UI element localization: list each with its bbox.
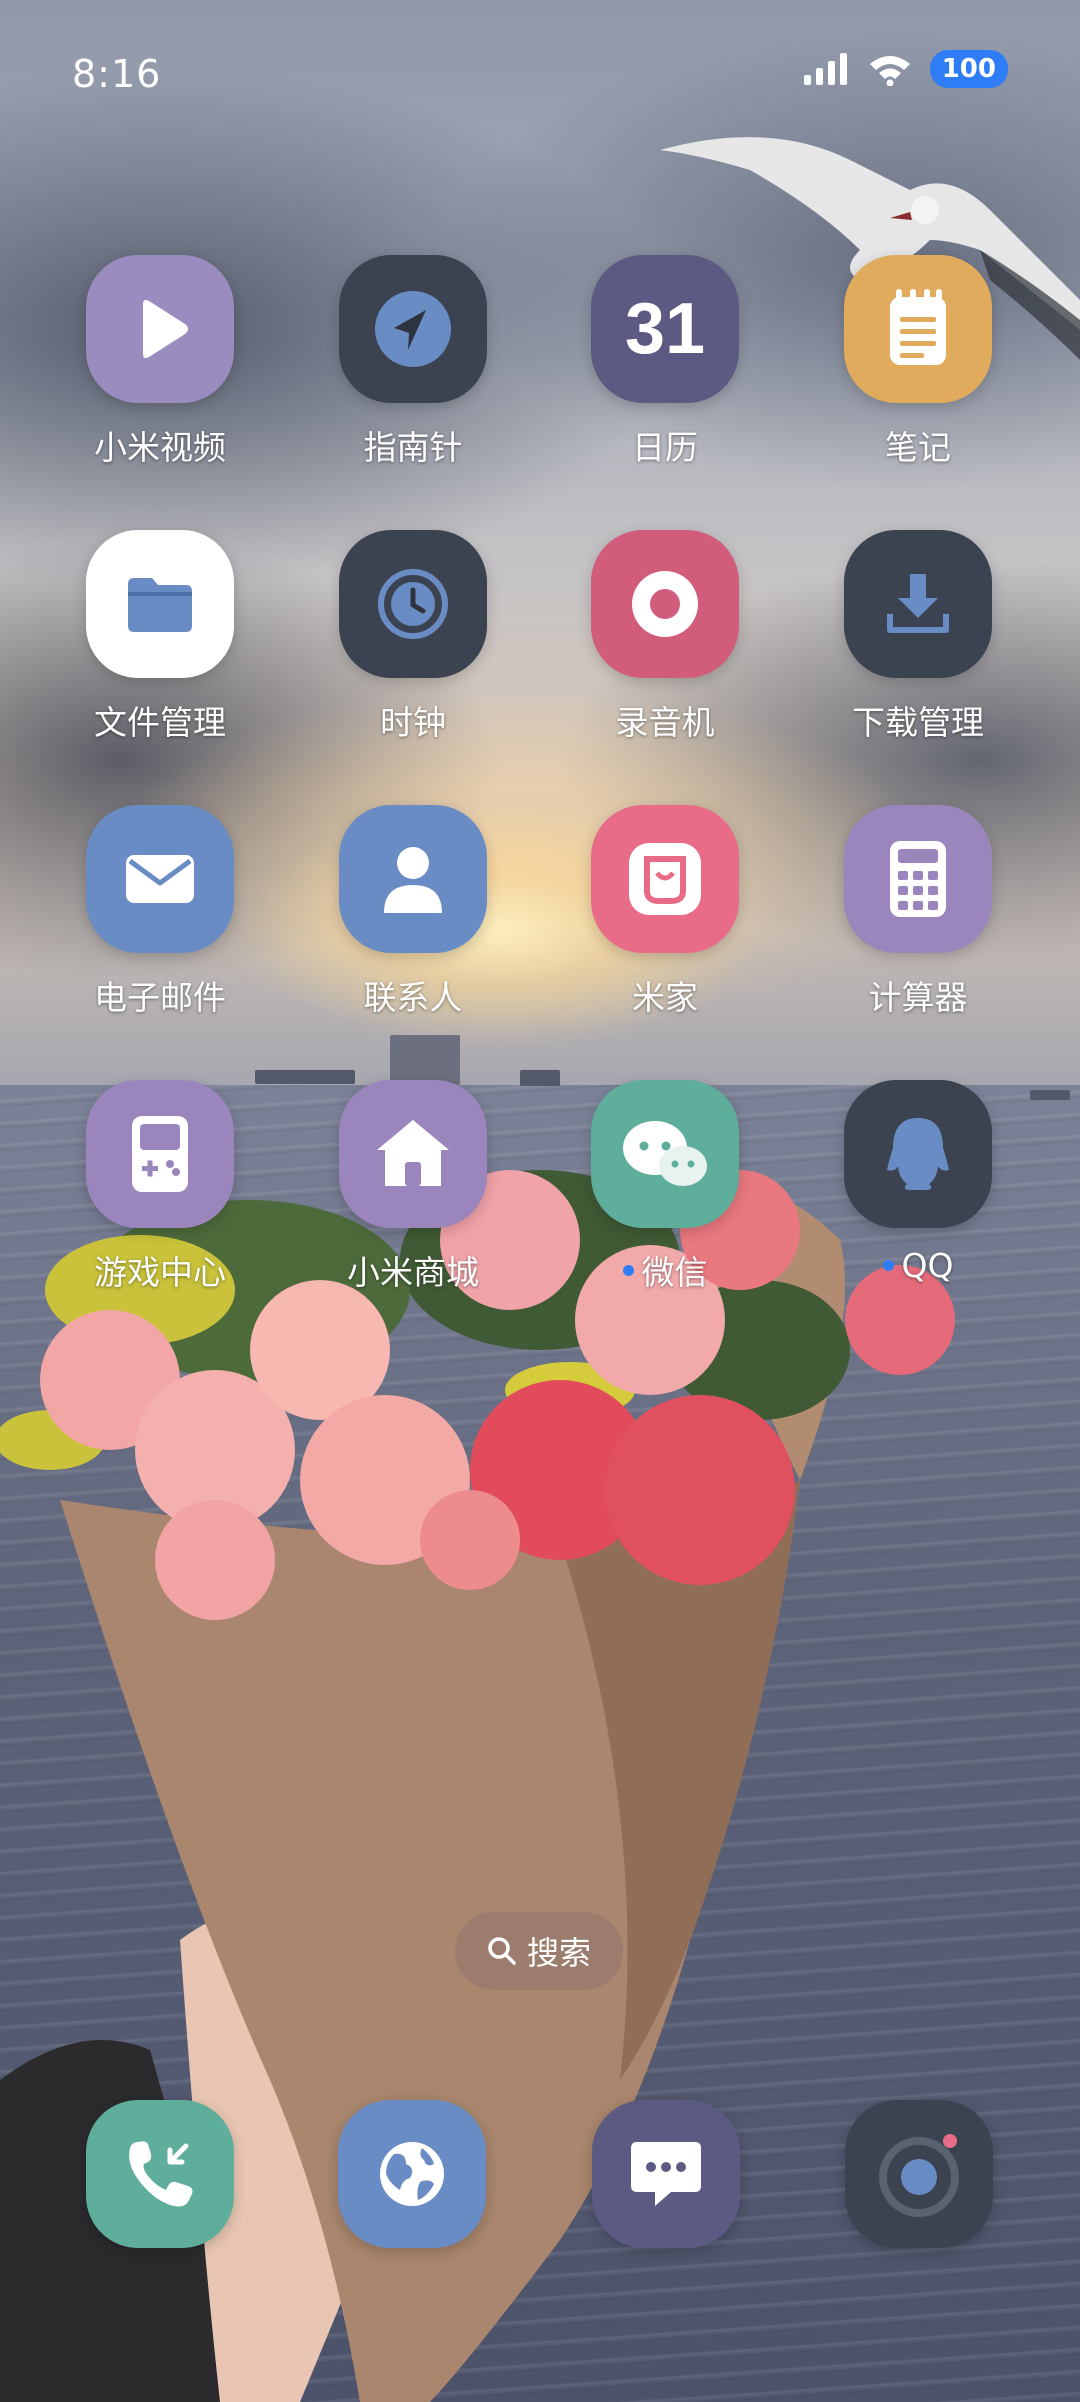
mail-icon	[86, 805, 234, 953]
mijia-icon	[591, 805, 739, 953]
app-label: 下载管理	[852, 696, 984, 744]
app-folder[interactable]: 文件管理	[55, 530, 265, 760]
app-label: 时钟	[380, 696, 446, 744]
app-label-text: 微信	[641, 1253, 708, 1292]
app-label: QQ	[882, 1246, 954, 1285]
app-label-text: 电子邮件	[94, 978, 226, 1017]
new-badge-dot	[882, 1260, 894, 1271]
play-icon	[86, 255, 234, 403]
messages-icon	[627, 2138, 705, 2210]
app-label-text: 游戏中心	[94, 1253, 226, 1292]
app-label-text: 联系人	[363, 978, 463, 1017]
app-label-text: 录音机	[615, 703, 715, 742]
app-notes[interactable]: 笔记	[813, 255, 1023, 485]
app-label: 录音机	[616, 696, 715, 744]
status-icons: 100	[803, 50, 1008, 88]
dock-browser-button[interactable]	[338, 2100, 486, 2248]
dock-phone-button[interactable]	[86, 2100, 234, 2248]
app-qq[interactable]: QQ	[813, 1080, 1023, 1310]
app-label-text: QQ	[901, 1246, 954, 1285]
app-label-text: 小米视频	[94, 428, 226, 467]
notes-icon	[844, 255, 992, 403]
app-label-text: 下载管理	[852, 703, 984, 742]
camera-icon	[864, 2119, 974, 2229]
battery-level: 100	[941, 54, 996, 84]
app-label-text: 米家	[632, 978, 698, 1017]
folder-icon	[86, 530, 234, 678]
app-label: 计算器	[869, 971, 968, 1019]
record-icon	[591, 530, 739, 678]
status-bar: 8:16 100	[0, 0, 1080, 140]
battery-icon: 100	[929, 50, 1008, 88]
ship-silhouette	[520, 1070, 560, 1086]
clock-icon	[339, 530, 487, 678]
app-label: 小米视频	[94, 421, 226, 469]
phone-icon	[122, 2136, 198, 2212]
search-icon	[488, 1937, 516, 1965]
app-label: 游戏中心	[94, 1246, 226, 1294]
app-label-text: 日历	[632, 428, 698, 467]
app-play[interactable]: 小米视频	[55, 255, 265, 485]
app-label: 文件管理	[94, 696, 226, 744]
signal-icon	[803, 53, 847, 85]
ship-silhouette	[1030, 1090, 1070, 1100]
gamepad-icon	[86, 1080, 234, 1228]
app-mail[interactable]: 电子邮件	[55, 805, 265, 1035]
wifi-icon	[869, 56, 910, 86]
app-label: 电子邮件	[94, 971, 226, 1019]
app-wechat[interactable]: 微信	[560, 1080, 770, 1310]
qq-icon	[844, 1080, 992, 1228]
calendar-icon: 31	[591, 255, 739, 403]
dock-messages-button[interactable]	[592, 2100, 740, 2248]
app-label: 小米商城	[347, 1246, 479, 1294]
app-download[interactable]: 下载管理	[813, 530, 1023, 760]
home-icon	[339, 1080, 487, 1228]
app-label-text: 计算器	[868, 978, 968, 1017]
app-home[interactable]: 小米商城	[308, 1080, 518, 1310]
app-label-text: 指南针	[363, 428, 463, 467]
app-calendar[interactable]: 31 日历	[560, 255, 770, 485]
browser-icon	[372, 2134, 452, 2214]
compass-icon	[339, 255, 487, 403]
app-label: 指南针	[364, 421, 463, 469]
dock-camera-button[interactable]	[845, 2100, 993, 2248]
app-label: 笔记	[885, 421, 951, 469]
app-clock[interactable]: 时钟	[308, 530, 518, 760]
app-label-text: 时钟	[380, 703, 446, 742]
app-label-text: 文件管理	[94, 703, 226, 742]
app-gamepad[interactable]: 游戏中心	[55, 1080, 265, 1310]
new-badge-dot	[622, 1264, 634, 1276]
app-label: 日历	[632, 421, 698, 469]
app-record[interactable]: 录音机	[560, 530, 770, 760]
search-button[interactable]: 搜索	[455, 1912, 623, 1990]
app-mijia[interactable]: 米家	[560, 805, 770, 1035]
app-contact[interactable]: 联系人	[308, 805, 518, 1035]
app-label-text: 笔记	[885, 428, 951, 467]
contact-icon	[339, 805, 487, 953]
app-calculator[interactable]: 计算器	[813, 805, 1023, 1035]
wechat-icon	[591, 1080, 739, 1228]
app-label: 微信	[622, 1246, 708, 1294]
download-icon	[844, 530, 992, 678]
app-label: 米家	[632, 971, 698, 1019]
ship-silhouette	[390, 1035, 460, 1085]
calendar-day: 31	[624, 289, 706, 369]
search-label: 搜索	[526, 1934, 591, 1972]
app-label-text: 小米商城	[347, 1253, 479, 1292]
app-label: 联系人	[364, 971, 463, 1019]
app-compass[interactable]: 指南针	[308, 255, 518, 485]
status-time: 8:16	[72, 52, 162, 96]
calculator-icon	[844, 805, 992, 953]
